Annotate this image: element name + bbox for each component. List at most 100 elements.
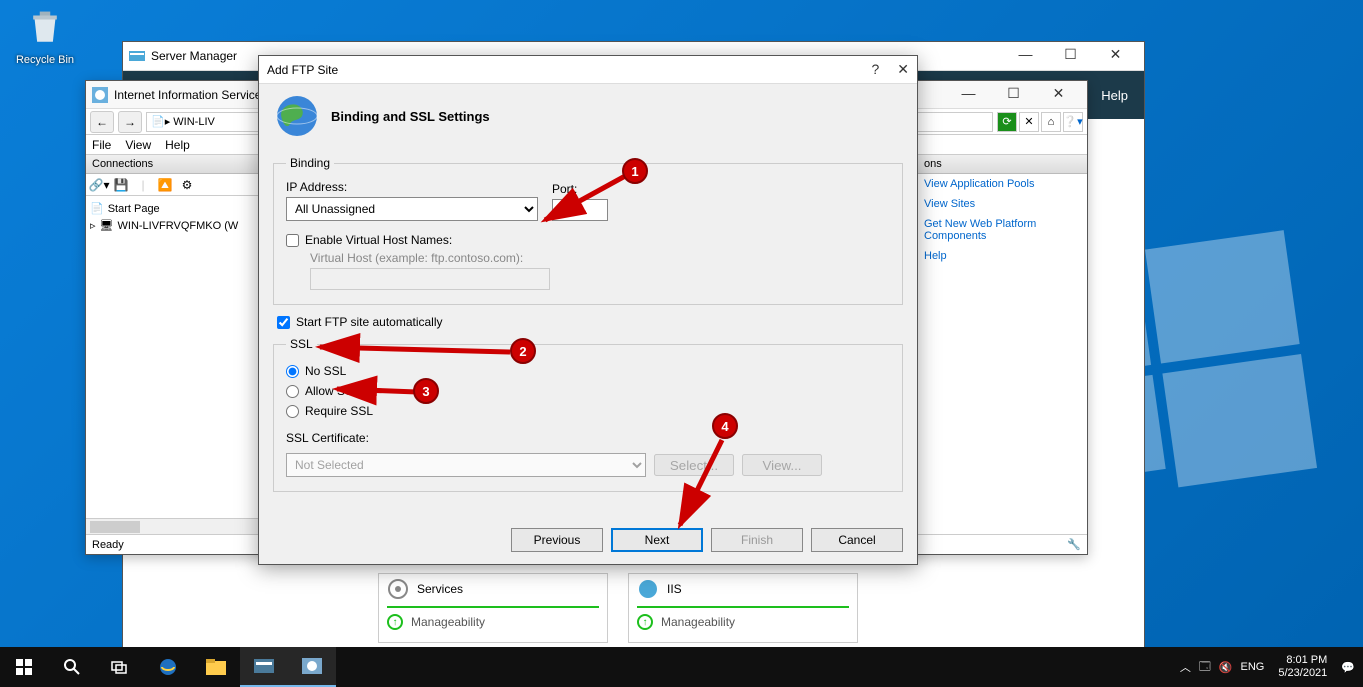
port-input[interactable] xyxy=(552,199,608,221)
auto-start-checkbox[interactable] xyxy=(277,316,290,329)
forward-button[interactable]: → xyxy=(118,111,142,133)
ssl-cert-select: Not Selected xyxy=(286,453,646,477)
status-text: Ready xyxy=(92,539,124,551)
callout-3: 3 xyxy=(413,378,439,404)
search-button[interactable] xyxy=(48,647,96,687)
lang-indicator[interactable]: ENG xyxy=(1241,661,1265,673)
tile-iis-manage: Manageability xyxy=(661,615,735,629)
services-icon xyxy=(387,578,409,600)
allow-ssl-radio[interactable] xyxy=(286,385,299,398)
iis-icon xyxy=(637,578,659,600)
stop-icon[interactable]: ✕ xyxy=(1019,112,1039,132)
ftp-titlebar[interactable]: Add FTP Site ? ✕ xyxy=(259,56,917,84)
tile-services[interactable]: Services ↑ Manageability xyxy=(378,573,608,643)
taskbar: ︿ 🗔 🔇 ENG 8:01 PM 5/23/2021 💬 xyxy=(0,647,1363,687)
action-help[interactable]: Help xyxy=(918,246,1087,266)
iis-close-button[interactable]: ✕ xyxy=(1036,85,1081,105)
action-sites[interactable]: View Sites xyxy=(918,194,1087,214)
recycle-bin-label: Recycle Bin xyxy=(10,54,80,66)
save-icon[interactable]: 💾 xyxy=(112,176,130,194)
server-manager-icon xyxy=(129,48,145,64)
no-ssl-label: No SSL xyxy=(305,364,346,378)
network-icon[interactable]: 🗔 xyxy=(1199,658,1211,677)
ie-taskbar-icon[interactable] xyxy=(144,647,192,687)
tile-iis-label: IIS xyxy=(667,582,682,596)
help-dropdown[interactable]: ❔▾ xyxy=(1063,112,1083,132)
clock-date: 5/23/2021 xyxy=(1278,667,1327,680)
action-app-pools[interactable]: View Application Pools xyxy=(918,174,1087,194)
tile-services-manage: Manageability xyxy=(411,615,485,629)
tile-services-label: Services xyxy=(417,582,463,596)
iis-taskbar-icon[interactable] xyxy=(288,647,336,687)
ftp-help-button[interactable]: ? xyxy=(871,61,879,78)
sm-minimize-button[interactable]: — xyxy=(1003,46,1048,66)
callout-2: 2 xyxy=(510,338,536,364)
ftp-heading: Binding and SSL Settings xyxy=(331,109,490,124)
actions-panel: ons View Application Pools View Sites Ge… xyxy=(917,155,1087,534)
status-config-icon: 🔧 xyxy=(1067,538,1081,551)
callout-4: 4 xyxy=(712,413,738,439)
explorer-taskbar-icon[interactable] xyxy=(192,647,240,687)
sm-help-menu[interactable]: Help xyxy=(1101,88,1128,103)
iis-maximize-button[interactable]: ☐ xyxy=(991,85,1036,105)
tree-hscroll[interactable] xyxy=(86,518,260,534)
sound-icon[interactable]: 🔇 xyxy=(1219,661,1233,674)
require-ssl-label: Require SSL xyxy=(305,404,373,418)
up-icon[interactable]: 🔼 xyxy=(156,176,174,194)
port-label: Port: xyxy=(552,182,608,196)
recycle-bin[interactable]: Recycle Bin xyxy=(10,5,80,66)
globe-icon xyxy=(275,94,319,138)
tile-iis[interactable]: IIS ↑Manageability xyxy=(628,573,858,643)
help-menu[interactable]: Help xyxy=(165,138,190,152)
ssl-legend: SSL xyxy=(286,337,317,351)
dialog-buttons: Previous Next Finish Cancel xyxy=(511,528,903,552)
start-page-node[interactable]: 📄Start Page xyxy=(90,200,256,217)
sm-close-button[interactable]: ✕ xyxy=(1093,46,1138,66)
view-menu[interactable]: View xyxy=(125,138,151,152)
connect-icon[interactable]: 🔗▾ xyxy=(90,176,108,194)
settings-icon[interactable]: ⚙ xyxy=(178,176,196,194)
actions-header: ons xyxy=(918,155,1087,174)
clock[interactable]: 8:01 PM 5/23/2021 xyxy=(1272,654,1333,680)
task-view-button[interactable] xyxy=(96,647,144,687)
ftp-title: Add FTP Site xyxy=(267,63,338,77)
server-manager-taskbar-icon[interactable] xyxy=(240,647,288,687)
ftp-header: Binding and SSL Settings xyxy=(259,84,917,156)
ip-address-select[interactable]: All Unassigned xyxy=(286,197,538,221)
connections-panel: Connections 🔗▾ 💾 | 🔼 ⚙ 📄Start Page ▹🖥WIN… xyxy=(86,155,261,534)
next-button[interactable]: Next xyxy=(611,528,703,552)
start-button[interactable] xyxy=(0,647,48,687)
cancel-button[interactable]: Cancel xyxy=(811,528,903,552)
server-node[interactable]: ▹🖥WIN-LIVFRVQFMKO (W xyxy=(90,217,256,234)
up-arrow-icon: ↑ xyxy=(387,614,403,630)
ssl-fieldset: SSL No SSL Allow SSL Require SSL SSL Cer… xyxy=(273,337,903,492)
home-icon[interactable]: ⌂ xyxy=(1041,112,1061,132)
enable-vhost-label: Enable Virtual Host Names: xyxy=(305,233,452,247)
iis-minimize-button[interactable]: — xyxy=(946,85,991,105)
no-ssl-radio[interactable] xyxy=(286,365,299,378)
previous-button[interactable]: Previous xyxy=(511,528,603,552)
iis-title: Internet Information Services xyxy=(114,88,267,102)
back-button[interactable]: ← xyxy=(90,111,114,133)
binding-legend: Binding xyxy=(286,156,334,170)
action-center-icon[interactable]: 💬 xyxy=(1341,661,1355,674)
refresh-icon[interactable]: ⟳ xyxy=(997,112,1017,132)
tray-chevron-icon[interactable]: ︿ xyxy=(1180,659,1191,675)
vhost-hint: Virtual Host (example: ftp.contoso.com): xyxy=(310,251,890,265)
ftp-close-button[interactable]: ✕ xyxy=(897,61,909,78)
system-tray: ︿ 🗔 🔇 ENG 8:01 PM 5/23/2021 💬 xyxy=(1180,654,1363,680)
ssl-view-button: View... xyxy=(742,454,822,476)
sm-maximize-button[interactable]: ☐ xyxy=(1048,46,1093,66)
require-ssl-radio[interactable] xyxy=(286,405,299,418)
action-new-platform[interactable]: Get New Web Platform Components xyxy=(918,214,1087,246)
finish-button: Finish xyxy=(711,528,803,552)
ip-address-label: IP Address: xyxy=(286,180,538,194)
callout-1: 1 xyxy=(622,158,648,184)
enable-vhost-checkbox[interactable] xyxy=(286,234,299,247)
file-menu[interactable]: File xyxy=(92,138,111,152)
clock-time: 8:01 PM xyxy=(1278,654,1327,667)
ssl-select-button: Select... xyxy=(654,454,734,476)
add-ftp-site-dialog: Add FTP Site ? ✕ Binding and SSL Setting… xyxy=(258,55,918,565)
connections-header: Connections xyxy=(86,155,260,174)
auto-start-label: Start FTP site automatically xyxy=(296,315,443,329)
